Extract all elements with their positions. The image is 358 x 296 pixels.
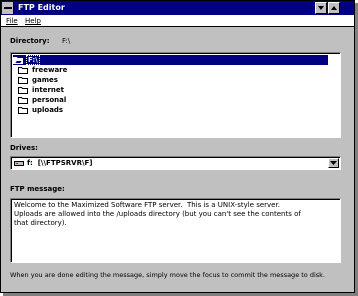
drives-combobox[interactable]: f: [\\FTPSRVR\F]: [10, 156, 341, 170]
directory-item-games[interactable]: games: [18, 75, 58, 85]
ftp-message-label: FTP message:: [10, 185, 65, 193]
directory-item-freeware[interactable]: freeware: [18, 65, 67, 75]
main-content: Directory: F:\ F:\ freeware games intern…: [1, 28, 354, 292]
menu-file[interactable]: File: [6, 16, 18, 26]
folder-icon: [18, 87, 28, 94]
chevron-down-icon: [330, 161, 337, 165]
directory-item-label: games: [32, 76, 58, 84]
ftp-editor-window: FTP Editor File Help Directory: F:\ F:\ …: [0, 0, 355, 293]
minimize-icon: [318, 6, 324, 10]
directory-item-label: personal: [32, 96, 67, 104]
open-folder-icon: [13, 57, 23, 64]
minimize-button[interactable]: [315, 2, 327, 14]
directory-item-root[interactable]: F:\: [13, 55, 328, 65]
directory-path: F:\: [62, 37, 71, 45]
system-menu-icon: [4, 7, 12, 9]
maximize-icon: [331, 6, 337, 10]
directory-item-label: internet: [32, 86, 65, 94]
folder-icon: [18, 107, 28, 114]
drives-selected-value: f: [\\FTPSRVR\F]: [27, 159, 93, 167]
network-drive-icon: [14, 161, 24, 166]
directory-item-internet[interactable]: internet: [18, 85, 64, 95]
directory-item-label: freeware: [32, 66, 68, 74]
folder-icon: [18, 77, 28, 84]
ftp-message-textarea[interactable]: Welcome to the Maximized Software FTP se…: [10, 198, 341, 263]
directory-label: Directory:: [10, 37, 50, 45]
directory-item-personal[interactable]: personal: [18, 95, 66, 105]
title-bar[interactable]: FTP Editor: [1, 1, 354, 15]
directory-list[interactable]: F:\ freeware games internet personal upl…: [10, 52, 341, 138]
folder-icon: [18, 97, 28, 104]
ftp-message-text: Welcome to the Maximized Software FTP se…: [14, 201, 301, 227]
window-title: FTP Editor: [18, 3, 65, 12]
directory-item-uploads[interactable]: uploads: [18, 105, 63, 115]
menu-help-label: Help: [25, 17, 41, 25]
menu-help[interactable]: Help: [25, 16, 41, 26]
drives-dropdown-button[interactable]: [328, 158, 339, 168]
maximize-button[interactable]: [328, 2, 340, 14]
directory-item-label: F:\: [26, 55, 40, 65]
drives-label: Drives:: [10, 144, 38, 152]
directory-item-label: uploads: [32, 106, 64, 114]
menu-file-label: File: [6, 17, 18, 25]
folder-icon: [18, 67, 28, 74]
system-menu-button[interactable]: [2, 2, 14, 14]
footer-hint: When you are done editing the message, s…: [10, 271, 325, 279]
menu-bar: File Help: [1, 15, 354, 27]
